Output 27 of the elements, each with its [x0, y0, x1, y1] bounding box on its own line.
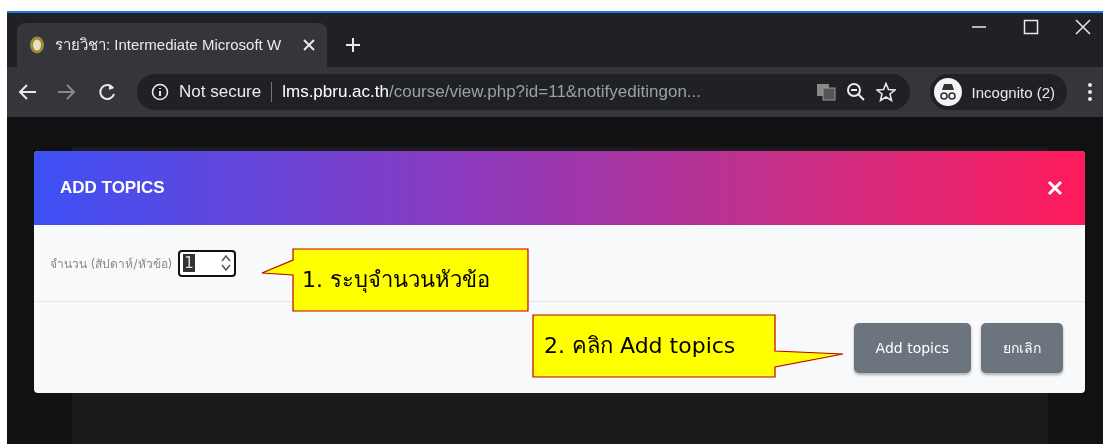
close-icon[interactable]: [303, 39, 315, 51]
security-label: Not secure: [179, 82, 262, 102]
forward-arrow-icon[interactable]: [57, 83, 77, 101]
callout-text: 1. ระบุจำนวนหัวข้อ: [302, 266, 490, 295]
browser-tab[interactable]: รายวิชา: Intermediate Microsoft W: [17, 23, 327, 67]
star-icon[interactable]: [875, 82, 896, 102]
translate-icon[interactable]: [815, 83, 836, 101]
spinner-icon[interactable]: [221, 254, 232, 272]
incognito-icon: [933, 78, 962, 106]
dialog-title: ADD TOPICS: [60, 178, 165, 198]
plus-icon[interactable]: [345, 37, 361, 53]
dialog-button[interactable]: Add topics: [853, 322, 971, 373]
profile-button[interactable]: Incognito (2): [929, 74, 1067, 110]
zoom-out-icon[interactable]: [845, 82, 866, 102]
callout-text: 2. คลิก Add topics: [544, 332, 736, 360]
emblem-icon: [29, 36, 45, 54]
number-field[interactable]: 1: [178, 249, 237, 277]
reload-icon[interactable]: [97, 82, 117, 102]
url-text: lms.pbru.ac.th/course/view.php?id=11&notifyeditingon...: [282, 82, 702, 102]
maximize-icon[interactable]: [1023, 19, 1039, 35]
field-label: จำนวน (สัปดาห์/หัวข้อ): [50, 255, 173, 273]
info-icon: [151, 83, 169, 101]
close-icon[interactable]: [1075, 19, 1091, 35]
address-bar[interactable]: Not secure lms.pbru.ac.th/course/view.php?id=11&notifyeditingon...: [137, 74, 910, 110]
more-icon[interactable]: [1087, 82, 1093, 102]
dialog-button[interactable]: ยกเลิก: [981, 322, 1063, 373]
back-arrow-icon[interactable]: [17, 83, 37, 101]
